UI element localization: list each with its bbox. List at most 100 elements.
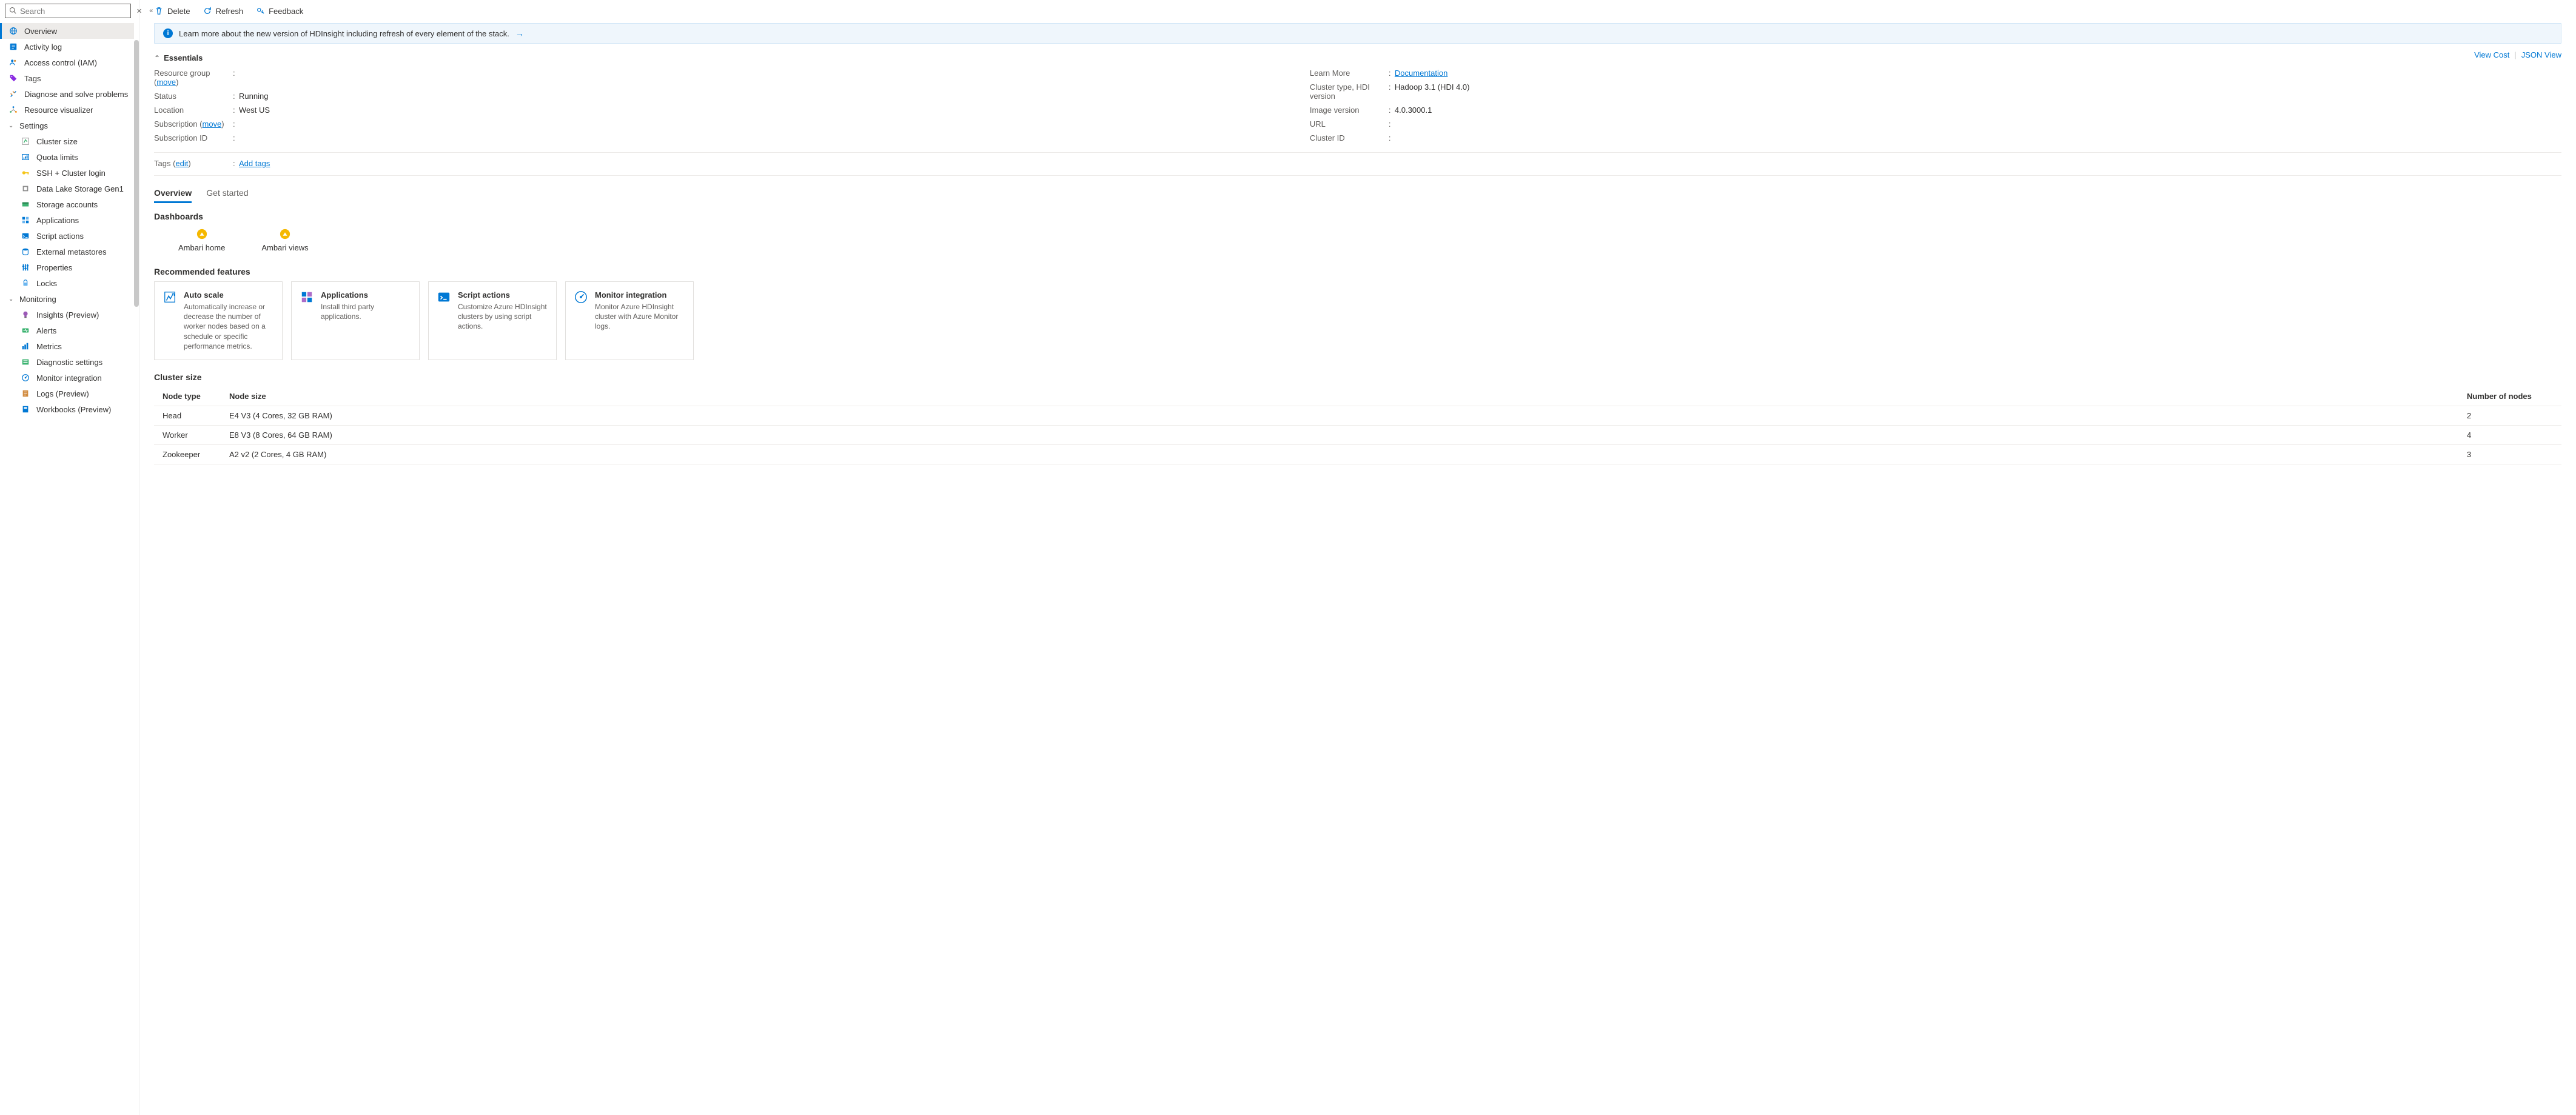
tab-get-started[interactable]: Get started xyxy=(206,184,248,203)
table-row: Head E4 V3 (4 Cores, 32 GB RAM) 2 xyxy=(154,406,2561,425)
tags-row: Tags (edit) : Add tags xyxy=(154,152,2561,176)
delete-button[interactable]: Delete xyxy=(154,6,190,16)
sidebar-group-monitoring[interactable]: ⌄ Monitoring xyxy=(0,291,139,307)
sidebar-item-activity-log[interactable]: Activity log xyxy=(0,39,139,55)
lock-icon xyxy=(21,278,30,288)
dashboard-label: Ambari home xyxy=(178,243,225,252)
sidebar-item-label: Resource visualizer xyxy=(24,105,93,115)
search-input[interactable] xyxy=(20,7,127,16)
sidebar-item-monitor-integration[interactable]: Monitor integration xyxy=(0,370,139,386)
col-node-type: Node type xyxy=(154,387,221,406)
ambari-icon xyxy=(196,229,207,239)
essentials-title: Essentials xyxy=(164,53,203,62)
chevron-down-icon: ⌄ xyxy=(8,122,15,129)
tools-icon xyxy=(8,89,18,99)
sidebar-item-locks[interactable]: Locks xyxy=(0,275,139,291)
sidebar-item-label: Cluster size xyxy=(36,137,78,146)
ess-val-resource-group xyxy=(239,69,1286,87)
cell-node-size: E4 V3 (4 Cores, 32 GB RAM) xyxy=(221,406,2458,425)
sidebar-item-storage[interactable]: Storage accounts xyxy=(0,196,139,212)
sidebar-item-ssh[interactable]: SSH + Cluster login xyxy=(0,165,139,181)
tabs: Overview Get started xyxy=(154,184,2561,203)
ess-label-status: Status xyxy=(154,92,233,101)
sidebar-item-label: Locks xyxy=(36,279,57,288)
sidebar-item-label: Tags xyxy=(24,74,41,83)
card-title: Applications xyxy=(321,290,411,300)
move-sub-link[interactable]: move xyxy=(203,119,222,129)
terminal-icon xyxy=(437,290,451,304)
ess-val-subscription-id xyxy=(239,133,1286,142)
sidebar-item-workbooks[interactable]: Workbooks (Preview) xyxy=(0,401,139,417)
sidebar-item-label: Workbooks (Preview) xyxy=(36,405,111,414)
ess-label-subscription: Subscription (move) xyxy=(154,119,233,129)
visualizer-icon xyxy=(8,105,18,115)
ess-label-cluster-id: Cluster ID xyxy=(1310,133,1389,142)
sidebar-item-overview[interactable]: Overview xyxy=(0,23,139,39)
ess-val-url xyxy=(1395,119,2441,129)
sidebar-item-logs[interactable]: Logs (Preview) xyxy=(0,386,139,401)
recommended-cards: Auto scale Automatically increase or dec… xyxy=(154,281,2561,360)
cell-node-type: Zookeeper xyxy=(154,444,221,464)
sidebar-item-diagnostic-settings[interactable]: Diagnostic settings xyxy=(0,354,139,370)
apps-icon xyxy=(21,215,30,225)
documentation-link[interactable]: Documentation xyxy=(1395,69,1447,78)
ess-val-location: West US xyxy=(239,105,1286,115)
dashboard-label: Ambari views xyxy=(261,243,308,252)
search-box[interactable] xyxy=(5,4,131,18)
info-banner[interactable]: i Learn more about the new version of HD… xyxy=(154,23,2561,44)
card-desc: Automatically increase or decrease the n… xyxy=(184,302,273,351)
delete-icon xyxy=(154,6,164,16)
card-auto-scale[interactable]: Auto scale Automatically increase or dec… xyxy=(154,281,283,360)
ess-label-location: Location xyxy=(154,105,233,115)
sidebar-item-properties[interactable]: Properties xyxy=(0,259,139,275)
datalake-icon xyxy=(21,184,30,193)
sidebar-item-datalake[interactable]: Data Lake Storage Gen1 xyxy=(0,181,139,196)
sidebar-item-label: Insights (Preview) xyxy=(36,310,99,320)
move-rg-link[interactable]: move xyxy=(156,78,176,87)
add-tags-link[interactable]: Add tags xyxy=(239,159,270,168)
alerts-icon xyxy=(21,326,30,335)
sidebar-scrollbar-thumb[interactable] xyxy=(134,40,139,307)
sidebar-item-quota[interactable]: Quota limits xyxy=(0,149,139,165)
sidebar-item-alerts[interactable]: Alerts xyxy=(0,323,139,338)
logs-icon xyxy=(21,389,30,398)
sidebar-item-label: Script actions xyxy=(36,232,84,241)
sidebar-item-script-actions[interactable]: Script actions xyxy=(0,228,139,244)
tab-overview[interactable]: Overview xyxy=(154,184,192,203)
card-desc: Install third party applications. xyxy=(321,302,411,321)
ess-label-subscription-id: Subscription ID xyxy=(154,133,233,142)
refresh-button[interactable]: Refresh xyxy=(203,6,244,16)
sidebar-item-resource-visualizer[interactable]: Resource visualizer xyxy=(0,102,139,118)
dashboard-ambari-views[interactable]: Ambari views xyxy=(261,229,308,252)
sidebar-item-insights[interactable]: Insights (Preview) xyxy=(0,307,139,323)
sidebar-item-diagnose[interactable]: Diagnose and solve problems xyxy=(0,86,139,102)
ess-label-image-version: Image version xyxy=(1310,105,1389,115)
card-monitor-integration[interactable]: Monitor integration Monitor Azure HDInsi… xyxy=(565,281,694,360)
sidebar-item-access-control[interactable]: Access control (IAM) xyxy=(0,55,139,70)
sidebar-group-settings[interactable]: ⌄ Settings xyxy=(0,118,139,133)
col-node-size: Node size xyxy=(221,387,2458,406)
sidebar-item-label: Access control (IAM) xyxy=(24,58,97,67)
card-desc: Monitor Azure HDInsight cluster with Azu… xyxy=(595,302,685,332)
separator: | xyxy=(2514,50,2516,59)
feedback-button[interactable]: Feedback xyxy=(255,6,303,16)
card-applications[interactable]: Applications Install third party applica… xyxy=(291,281,420,360)
edit-tags-link[interactable]: edit xyxy=(175,159,188,168)
section-title-cluster: Cluster size xyxy=(154,372,2561,382)
banner-text: Learn more about the new version of HDIn… xyxy=(179,29,509,38)
cell-node-count: 4 xyxy=(2458,425,2561,444)
ambari-icon xyxy=(280,229,290,239)
essentials-toggle[interactable]: ⌃ Essentials xyxy=(154,50,2561,66)
sidebar-item-label: Logs (Preview) xyxy=(36,389,89,398)
sidebar-item-metastores[interactable]: External metastores xyxy=(0,244,139,259)
sidebar-item-metrics[interactable]: Metrics xyxy=(0,338,139,354)
sidebar-item-applications[interactable]: Applications xyxy=(0,212,139,228)
sidebar: ✕ « Overview Activity log Access control… xyxy=(0,0,139,1115)
sidebar-item-tags[interactable]: Tags xyxy=(0,70,139,86)
json-view-link[interactable]: JSON View xyxy=(2521,50,2561,59)
dashboard-ambari-home[interactable]: Ambari home xyxy=(178,229,225,252)
card-script-actions[interactable]: Script actions Customize Azure HDInsight… xyxy=(428,281,557,360)
section-title-recommended: Recommended features xyxy=(154,267,2561,276)
view-cost-link[interactable]: View Cost xyxy=(2474,50,2509,59)
sidebar-item-cluster-size[interactable]: Cluster size xyxy=(0,133,139,149)
